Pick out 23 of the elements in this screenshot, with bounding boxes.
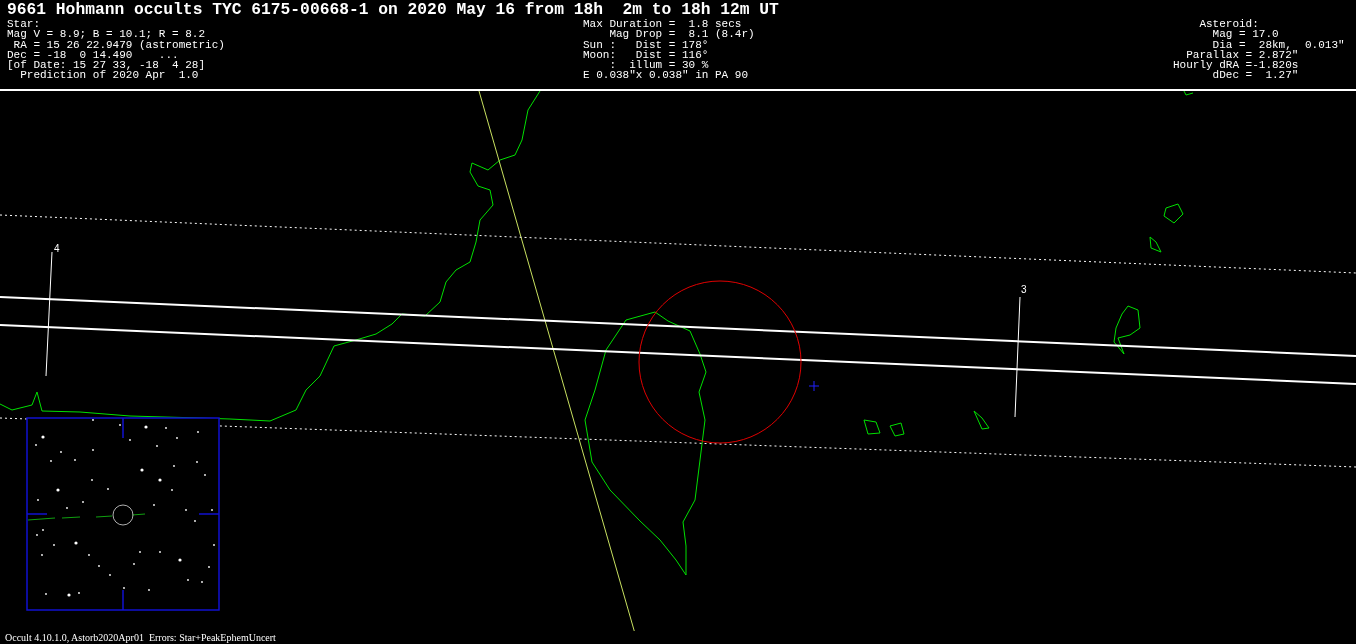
tick-label: 3 [1021,284,1027,295]
asteroid-info-line: Mag = 17.0 [1211,29,1279,40]
plus-marker-icon [808,380,820,392]
star-info-line: Star: [7,19,40,30]
event-info-line: E 0.038"x 0.038" in PA 90 [583,70,749,81]
event-info-line: : illum = 30 % [609,60,709,71]
asteroid-info-line: Asteroid: [1198,19,1259,30]
event-info-line: Max Duration = 1.8 secs [583,19,742,30]
star-info-line: Mag V = 8.9; B = 10.1; R = 8.2 [7,29,206,40]
star-info-line: Prediction of 2020 Apr 1.0 [20,70,199,81]
event-info-line: Mag Drop = 8.1 (8.4r) [608,29,755,40]
tick-label: 4 [54,243,60,254]
event-title: 9661 Hohmann occults TYC 6175-00668-1 on 2020 May 16 from 18h 2m to 18h 12m UT [7,0,779,19]
event-info-line: Moon: Dist = 116° [583,49,709,61]
asteroid-info-line: Dia = 28km, 0.013" [1212,39,1345,50]
event-info-line: Sun : Dist = 178° [583,39,709,50]
asteroid-info-line: Parallax = 2.872" [1186,49,1299,61]
star-info-line: [of Date: 15 27 33, -18 4 28] [7,60,206,71]
footer-text: Occult 4.10.1.0, Astorb2020Apr01 Errors: Star+PeakEphemUncert [4,631,276,644]
star-info-line: Dec = -18 0 14.490 ... [7,49,179,61]
asteroid-info-line: dDec = 1.27" [1212,70,1299,81]
star-info-line: RA = 15 26 22.9479 (astrometric) [13,39,225,50]
asteroid-info-line: Hourly dRA =-1.820s [1173,60,1299,71]
